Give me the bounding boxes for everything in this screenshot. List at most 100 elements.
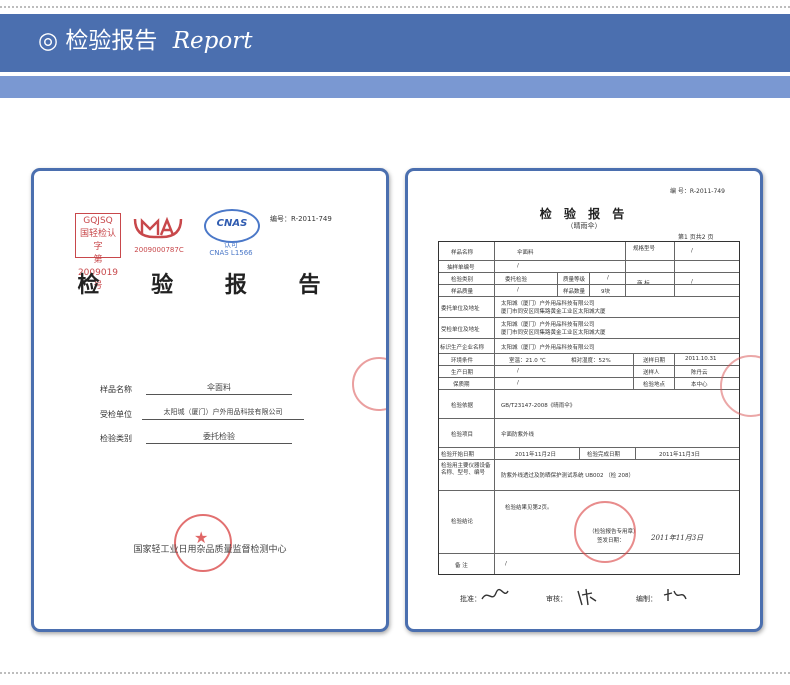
cell-value: 陈丹云: [691, 370, 708, 376]
report-title: 检 验 报 告: [539, 207, 629, 221]
table-row: 环境条件 室温：21.0 ℃ 相对湿度：52% 送样日期 2011.10.31: [439, 354, 739, 366]
gqjsq-logo: GQJSQ 国轻检认字 第2009019号: [75, 213, 121, 291]
cell-label: 备 注: [455, 563, 468, 569]
cover-report-number-value: R-2011-749: [291, 215, 332, 223]
prepare-signature: [662, 587, 688, 607]
cell-value: 太阳城（厦门）户外用品科技有限公司: [501, 345, 595, 351]
cell-label: 委托单位及地址: [441, 306, 480, 312]
cell-label: 生产日期: [451, 370, 474, 376]
cnas-logo-code: CNAS L1566: [209, 249, 253, 257]
table-row: 检验依据 GB/T23147-2008《晴雨伞》: [439, 390, 739, 419]
cell-label: 检验依据: [451, 403, 474, 409]
cell-label: 标识生产企业名称: [440, 345, 485, 351]
cell-value: /: [517, 380, 519, 386]
cell-label: 检验项目: [451, 432, 474, 438]
section-header: ◎ 检验报告 Report: [0, 14, 790, 72]
prepare-label: 编制：: [636, 595, 657, 603]
cover-report-number: 编号：R-2011-749: [270, 214, 332, 224]
report-page-image: 编 号：R-2011-749 检 验 报 告 （晴雨伞） 第1 页共2 页 样品…: [405, 168, 763, 632]
table-row: 样品质量 / 样品数量 9块: [439, 285, 739, 297]
cover-field-label: 样品名称: [100, 385, 132, 394]
cell-value: 委托检验: [505, 277, 528, 283]
cma-logo: [133, 216, 183, 239]
handwritten-date: 2011年11月3日: [651, 534, 704, 542]
report-cover-image: GQJSQ 国轻检认字 第2009019号 2009000787C CNAS 认…: [31, 168, 389, 632]
cell-value: 2011年11月2日: [515, 452, 556, 458]
cover-report-number-label: 编号：: [270, 215, 291, 223]
section-title-text: 检验报告: [65, 28, 158, 54]
cell-value: 伞面防紫外线: [501, 432, 535, 438]
report-subtitle: （晴雨伞）: [566, 222, 602, 230]
cell-label: 送样日期: [643, 358, 666, 364]
cell-value: 厦门市同安区同集路黄金工业区太阳城大厦: [501, 330, 606, 336]
cover-title: 检 验 报 告: [34, 267, 386, 299]
cell-label: 检验完成日期: [587, 452, 621, 458]
cell-label: 保质期: [453, 382, 470, 388]
cell-label: 规格型号: [633, 246, 656, 252]
cell-label: 样品数量: [563, 289, 586, 295]
cnas-logo-caption: 认可 CNAS L1566: [204, 241, 258, 257]
cell-value: GB/T23147-2008《晴雨伞》: [501, 403, 576, 409]
table-row: 委托单位及地址 太阳城（厦门）户外用品科技有限公司 厦门市同安区同集路黄金工业区…: [439, 297, 739, 318]
cell-value: 本中心: [691, 382, 708, 388]
table-row: 检验项目 伞面防紫外线: [439, 419, 739, 448]
cover-title-left: 检 验: [77, 272, 196, 298]
cma-logo-code: 2009000787C: [134, 246, 184, 254]
cell-value: /: [505, 561, 507, 567]
report-number: 编 号：R-2011-749: [670, 186, 725, 195]
gqjsq-logo-letters: GQJSQ: [83, 216, 113, 226]
review-signature: [574, 587, 600, 611]
report-page-number: 第1 页共2 页: [678, 234, 714, 241]
table-row: 标识生产企业名称 太阳城（厦门）户外用品科技有限公司: [439, 339, 739, 354]
cell-label: 检验地点: [643, 382, 666, 388]
section-title: ◎ 检验报告 Report: [38, 26, 252, 56]
cover-organization: 国家轻工业日用杂品质量监督检测中心: [133, 545, 287, 555]
cell-value: /: [517, 287, 519, 293]
table-row: 抽样单编号 /: [439, 261, 739, 273]
cnas-logo: CNAS: [204, 209, 260, 243]
table-row: 生产日期 / 送样人 陈丹云: [439, 366, 739, 378]
gqjsq-logo-cn: 国轻检认字: [79, 229, 116, 252]
cover-field-label: 受检单位: [100, 410, 132, 419]
cell-value: 防紫外线透过及防晒保护测试系统 UB002 （检 208）: [501, 473, 635, 479]
cell-value: 伞面料: [517, 250, 534, 256]
cell-label: 受检单位及地址: [441, 327, 480, 333]
cover-field-value: 伞面料: [146, 382, 292, 395]
cell-label: 抽样单编号: [447, 265, 475, 271]
bullet-circle-icon: ◎: [38, 28, 59, 54]
section-title-script: Report: [172, 28, 253, 54]
partial-stamp: [352, 357, 386, 411]
cell-label: 检验类别: [451, 277, 474, 283]
cell-value: 2011年11月3日: [659, 452, 700, 458]
report-number-value: R-2011-749: [689, 188, 725, 195]
table-row: 样品名称 伞面料 规格型号 /: [439, 242, 739, 261]
table-row: 检验开始日期 2011年11月2日 检验完成日期 2011年11月3日: [439, 448, 739, 460]
cell-label: 检验结论: [451, 519, 474, 525]
table-row: 检验用主要仪器设备名称、型号、编号 防紫外线透过及防晒保护测试系统 UB002 …: [439, 460, 739, 491]
cell-value: /: [517, 368, 519, 374]
cover-title-right: 报 告: [224, 272, 343, 298]
cell-value: /: [517, 263, 519, 269]
cell-label: 检验用主要仪器设备名称、型号、编号: [441, 463, 491, 476]
cnas-logo-cn: 认可: [224, 241, 238, 249]
report-number-label: 编 号：: [670, 188, 690, 195]
cell-value: 厦门市同安区同集路黄金工业区太阳城大厦: [501, 309, 606, 315]
cell-value: /: [691, 248, 693, 254]
cell-value: 室温：21.0 ℃: [509, 358, 546, 364]
cell-value: 检验结果见第2页。: [505, 505, 553, 511]
cover-field-value: 太阳城（厦门）户外用品科技有限公司: [142, 407, 304, 420]
cell-label: 样品名称: [451, 250, 474, 256]
cell-value: 太阳城（厦门）户外用品科技有限公司: [501, 322, 595, 328]
cell-value: 2011.10.31: [685, 356, 717, 362]
table-row: 受检单位及地址 太阳城（厦门）户外用品科技有限公司 厦门市同安区同集路黄金工业区…: [439, 318, 739, 339]
table-row: 检验类别 委托检验 质量等级 / 商 标 /: [439, 273, 739, 285]
cell-value: 9块: [601, 289, 610, 295]
cell-label: 环境条件: [451, 358, 474, 364]
cell-value: 相对湿度：52%: [571, 358, 611, 364]
cell-label: 送样人: [643, 370, 660, 376]
cell-value: /: [607, 275, 609, 281]
table-row: 保质期 / 检验地点 本中心: [439, 378, 739, 390]
cell-label: 质量等级: [563, 277, 586, 283]
top-dotted-divider: [0, 6, 790, 8]
bottom-dotted-divider: [0, 672, 790, 674]
